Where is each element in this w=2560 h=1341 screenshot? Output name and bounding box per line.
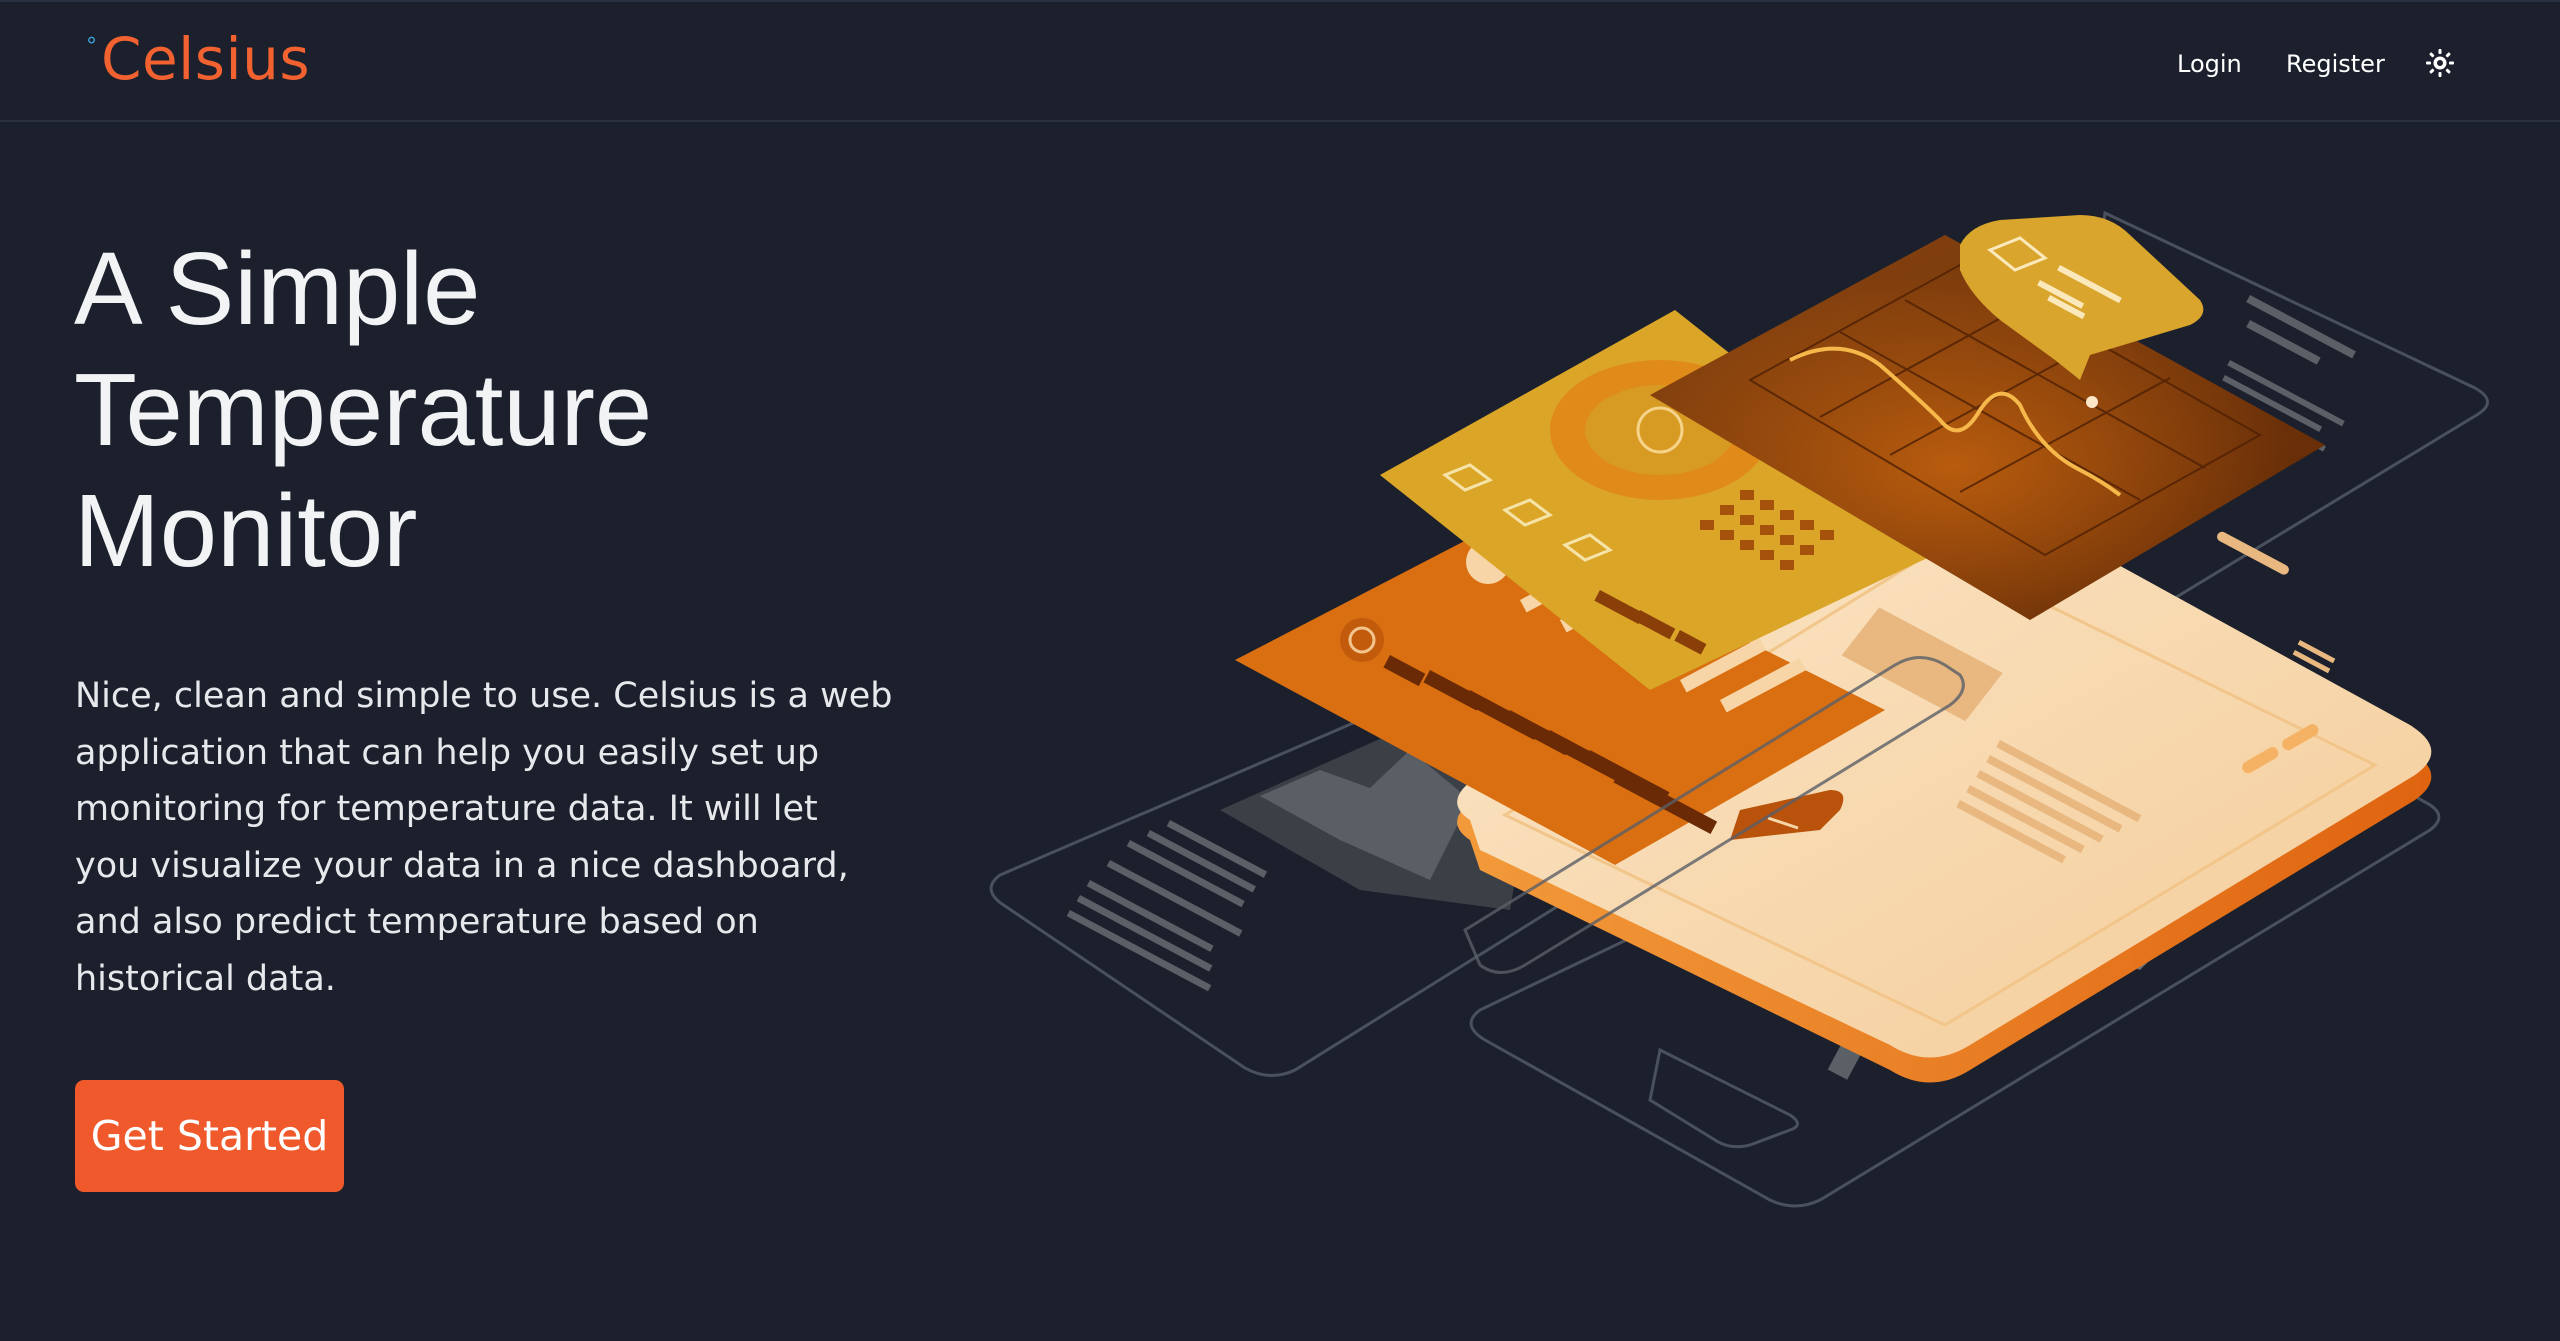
hero-title-line: Monitor [74,473,418,588]
hero-description-line: application that can help you easily set… [75,732,820,773]
hero-title: A Simple Temperature Monitor [74,228,974,591]
sun-icon [2426,49,2454,77]
brand-logo[interactable]: ° Celsius [86,30,310,88]
theme-toggle-button[interactable] [2425,48,2455,78]
landing-page: ° Celsius Login Register A Simple Temper… [0,0,2560,1341]
register-link[interactable]: Register [2286,50,2385,78]
brand-name: Celsius [101,25,311,93]
hero-description-line: historical data. [75,958,336,999]
hero-description-line: Nice, clean and simple to use. Celsius i… [75,676,893,716]
hero-description-line: monitoring for temperature data. It will… [75,789,818,829]
hero-title-line: A Simple [74,231,481,346]
hero-description-line: you visualize your data in a nice dashbo… [75,845,849,886]
get-started-button[interactable]: Get Started [75,1080,344,1192]
brand-degree-symbol: ° [86,34,97,59]
hero-description-line: and also predict temperature based on [75,902,759,942]
hero-title-line: Temperature [74,352,653,467]
login-link[interactable]: Login [2177,50,2242,78]
isometric-dashboard-illustration [989,210,2489,1208]
top-navbar: ° Celsius Login Register [0,0,2560,122]
hero-description: Nice, clean and simple to use. Celsius i… [75,668,893,1007]
